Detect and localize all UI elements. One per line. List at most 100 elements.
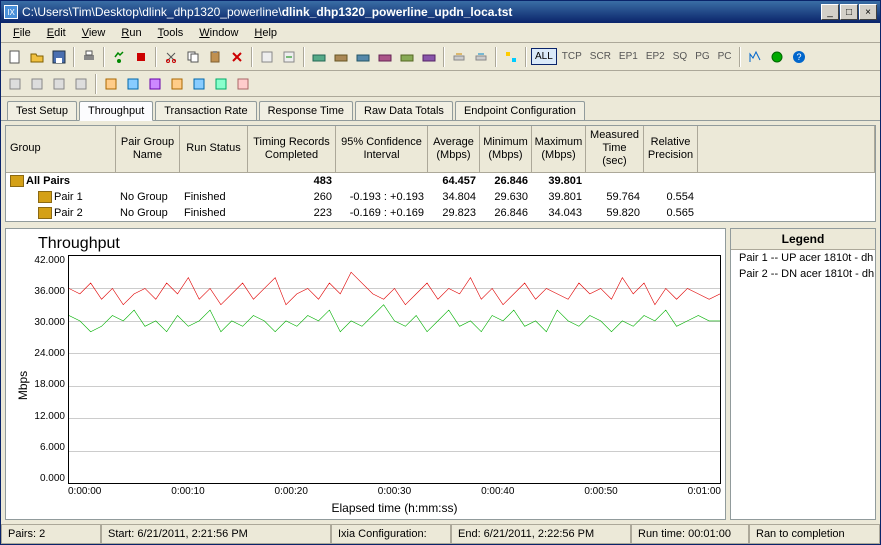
plot-canvas[interactable] [68, 255, 721, 484]
tab-strip: Test Setup Throughput Transaction Rate R… [1, 97, 880, 121]
table-cell: Finished [180, 205, 248, 221]
btn-tcp[interactable]: TCP [559, 49, 585, 64]
btn-ep2[interactable]: EP2 [643, 49, 668, 64]
btn-pc[interactable]: PC [715, 49, 735, 64]
tb-7a[interactable] [449, 47, 469, 67]
col-mt[interactable]: MeasuredTime (sec) [586, 126, 644, 172]
menu-window[interactable]: Window [191, 25, 246, 41]
tb-7b[interactable] [471, 47, 491, 67]
menu-view[interactable]: View [74, 25, 114, 41]
y-ticks: 42.00036.00030.00024.00018.00012.0006.00… [32, 255, 68, 484]
title-filename: dlink_dhp1320_powerline_updn_loca.tst [282, 5, 513, 19]
table-row[interactable]: Pair 2No GroupFinished223-0.169 : +0.169… [6, 205, 875, 221]
table-cell: 260 [248, 189, 336, 205]
tb2-4[interactable] [71, 74, 91, 94]
tb2-9[interactable] [189, 74, 209, 94]
tb-6b[interactable] [331, 47, 351, 67]
close-button[interactable]: × [859, 4, 877, 20]
tb2-1[interactable] [5, 74, 25, 94]
col-pgname[interactable]: Pair GroupName [116, 126, 180, 172]
chart-title: Throughput [38, 235, 721, 253]
toolbar-2 [1, 71, 880, 97]
minimize-button[interactable]: _ [821, 4, 839, 20]
x-tick: 0:01:00 [688, 486, 721, 497]
col-min[interactable]: Minimum(Mbps) [480, 126, 532, 172]
tb-6f[interactable] [419, 47, 439, 67]
paste-icon[interactable] [205, 47, 225, 67]
title-path: C:\Users\Tim\Desktop\dlink_dhp1320_power… [22, 5, 282, 19]
tb2-7[interactable] [145, 74, 165, 94]
btn-scr[interactable]: SCR [587, 49, 614, 64]
delete-icon[interactable] [227, 47, 247, 67]
stop-icon[interactable] [131, 47, 151, 67]
col-avg[interactable]: Average(Mbps) [428, 126, 480, 172]
tb2-5[interactable] [101, 74, 121, 94]
tab-throughput[interactable]: Throughput [79, 101, 153, 121]
table-cell: 34.043 [532, 205, 586, 221]
table-row[interactable]: All Pairs48364.45726.84639.801 [6, 173, 875, 189]
status-ran: Ran to completion [749, 525, 880, 544]
x-tick: 0:00:00 [68, 486, 101, 497]
print-icon[interactable] [79, 47, 99, 67]
help-icon[interactable]: ? [789, 47, 809, 67]
tab-response-time[interactable]: Response Time [259, 101, 353, 120]
tb-6c[interactable] [353, 47, 373, 67]
tb2-2[interactable] [27, 74, 47, 94]
menu-run[interactable]: Run [113, 25, 149, 41]
table-cell: 483 [248, 173, 336, 189]
tb-9a[interactable] [745, 47, 765, 67]
save-icon[interactable] [49, 47, 69, 67]
tb-6e[interactable] [397, 47, 417, 67]
copy-icon[interactable] [183, 47, 203, 67]
titlebar: IX C:\Users\Tim\Desktop\dlink_dhp1320_po… [1, 1, 880, 23]
tb2-11[interactable] [233, 74, 253, 94]
table-cell [586, 173, 644, 189]
tb-6d[interactable] [375, 47, 395, 67]
btn-ep1[interactable]: EP1 [616, 49, 641, 64]
btn-sq[interactable]: SQ [670, 49, 690, 64]
tb2-10[interactable] [211, 74, 231, 94]
legend-item[interactable]: Pair 2 -- DN acer 1810t - dh [731, 266, 875, 282]
btn-all[interactable]: ALL [531, 48, 557, 65]
tab-endpoint-configuration[interactable]: Endpoint Configuration [455, 101, 585, 120]
tab-test-setup[interactable]: Test Setup [7, 101, 77, 120]
col-status[interactable]: Run Status [180, 126, 248, 172]
menu-file[interactable]: File [5, 25, 39, 41]
chart-area: Throughput Mbps 42.00036.00030.00024.000… [5, 228, 876, 520]
legend-item[interactable]: Pair 1 -- UP acer 1810t - dh [731, 250, 875, 266]
col-ci[interactable]: 95% ConfidenceInterval [336, 126, 428, 172]
tb-5a[interactable] [257, 47, 277, 67]
new-icon[interactable] [5, 47, 25, 67]
table-cell: 29.823 [428, 205, 480, 221]
tb2-8[interactable] [167, 74, 187, 94]
table-row[interactable]: Pair 1No GroupFinished260-0.193 : +0.193… [6, 189, 875, 205]
x-tick: 0:00:20 [275, 486, 308, 497]
tb2-6[interactable] [123, 74, 143, 94]
tab-raw-data-totals[interactable]: Raw Data Totals [355, 101, 453, 120]
tb-9b[interactable] [767, 47, 787, 67]
table-cell [116, 173, 180, 189]
tb-8[interactable] [501, 47, 521, 67]
menu-tools[interactable]: Tools [150, 25, 192, 41]
col-trc[interactable]: Timing RecordsCompleted [248, 126, 336, 172]
col-max[interactable]: Maximum(Mbps) [532, 126, 586, 172]
table-cell: 59.764 [586, 189, 644, 205]
legend-label: Pair 2 -- DN acer 1810t - dh [739, 268, 874, 280]
tab-transaction-rate[interactable]: Transaction Rate [155, 101, 256, 120]
col-rp[interactable]: RelativePrecision [644, 126, 698, 172]
tb-6a[interactable] [309, 47, 329, 67]
btn-pg[interactable]: PG [692, 49, 712, 64]
menu-help[interactable]: Help [246, 25, 285, 41]
col-group[interactable]: Group [6, 126, 116, 172]
y-tick: 6.000 [32, 442, 65, 453]
tb2-3[interactable] [49, 74, 69, 94]
x-tick: 0:00:50 [584, 486, 617, 497]
svg-text:?: ? [796, 52, 801, 62]
maximize-button[interactable]: □ [840, 4, 858, 20]
open-icon[interactable] [27, 47, 47, 67]
menu-edit[interactable]: Edit [39, 25, 74, 41]
window-title: C:\Users\Tim\Desktop\dlink_dhp1320_power… [22, 5, 821, 19]
run-icon[interactable] [109, 47, 129, 67]
tb-5b[interactable] [279, 47, 299, 67]
cut-icon[interactable] [161, 47, 181, 67]
